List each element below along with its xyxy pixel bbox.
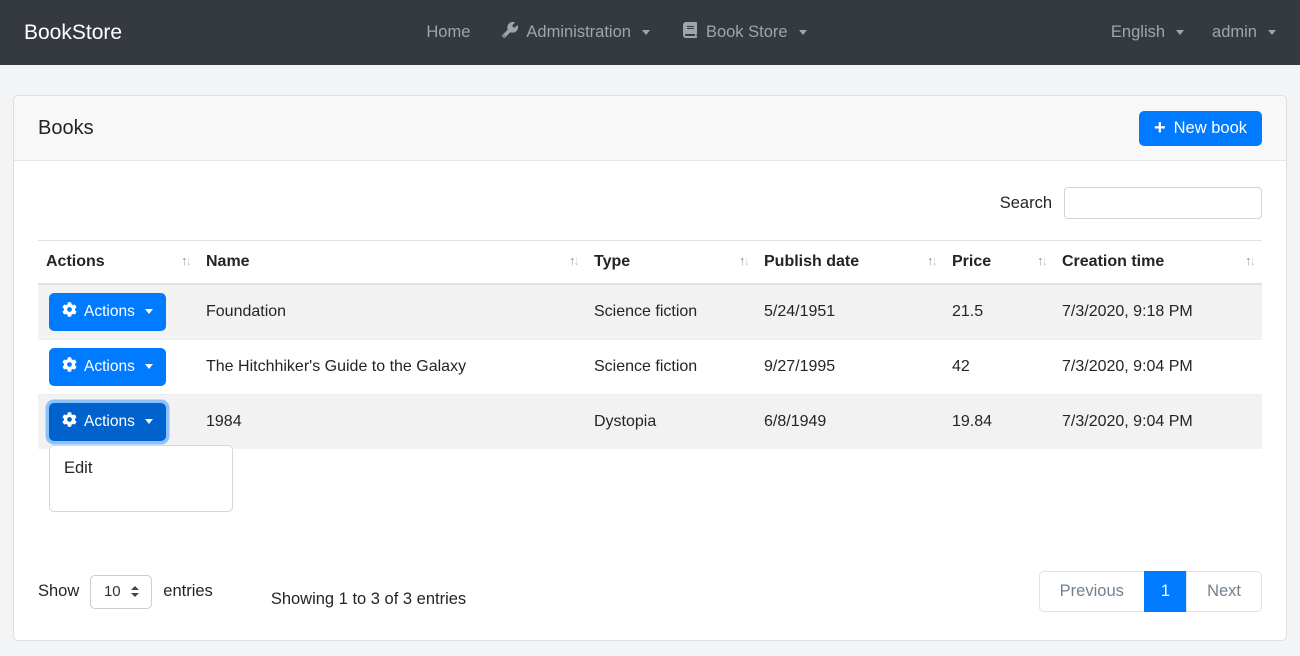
chevron-down-icon	[145, 419, 153, 424]
top-navbar: BookStore Home Administration Book Store…	[0, 0, 1300, 65]
nav-administration-label: Administration	[526, 23, 631, 42]
books-table: Actions ↑↓ Name ↑↓ Type ↑↓ Publish date …	[38, 240, 1262, 449]
page-size-value: 10	[104, 583, 121, 600]
chevron-down-icon	[145, 364, 153, 369]
show-label: Show	[38, 582, 79, 601]
nav-home-label: Home	[426, 23, 470, 42]
chevron-down-icon	[1176, 30, 1184, 35]
card-body: Search Actions ↑↓ Name ↑↓	[14, 161, 1286, 636]
price-cell: 42	[944, 339, 1054, 394]
column-header-price[interactable]: Price ↑↓	[944, 241, 1054, 285]
table-header-row: Actions ↑↓ Name ↑↓ Type ↑↓ Publish date …	[38, 241, 1262, 285]
sort-icon: ↑↓	[1037, 253, 1046, 268]
pagination-page-1-button[interactable]: 1	[1144, 571, 1187, 612]
sort-icon: ↑↓	[927, 253, 936, 268]
creation-time-cell: 7/3/2020, 9:04 PM	[1054, 339, 1262, 394]
publish-date-cell: 6/8/1949	[756, 394, 944, 449]
entries-info: Showing 1 to 3 of 3 entries	[271, 590, 466, 609]
plus-icon: +	[1154, 121, 1166, 135]
row-actions-button-open[interactable]: Actions	[49, 403, 166, 441]
publish-date-cell: 5/24/1951	[756, 284, 944, 339]
actions-cell: Actions	[38, 284, 198, 339]
pagination-next-button[interactable]: Next	[1186, 571, 1262, 612]
chevron-down-icon	[799, 30, 807, 35]
actions-dropdown: Actions Edit	[49, 403, 166, 441]
brand-logo[interactable]: BookStore	[24, 21, 122, 45]
search-input[interactable]	[1064, 187, 1262, 219]
new-book-button[interactable]: + New book	[1139, 111, 1262, 146]
language-menu[interactable]: English	[1111, 23, 1184, 42]
book-icon	[682, 22, 698, 43]
dropdown-menu: Edit	[49, 445, 233, 512]
table-row: Actions The Hitchhiker's Guide to the Ga…	[38, 339, 1262, 394]
column-header-publish-date[interactable]: Publish date ↑↓	[756, 241, 944, 285]
nav-book-store-label: Book Store	[706, 23, 788, 42]
sort-icon: ↑↓	[1245, 253, 1254, 268]
main-nav: Home Administration Book Store	[122, 22, 1111, 43]
row-actions-button[interactable]: Actions	[49, 293, 166, 331]
navbar-right: English admin	[1111, 23, 1276, 42]
pagination-previous-button[interactable]: Previous	[1039, 571, 1145, 612]
column-header-type[interactable]: Type ↑↓	[586, 241, 756, 285]
column-header-actions[interactable]: Actions ↑↓	[38, 241, 198, 285]
column-header-name[interactable]: Name ↑↓	[198, 241, 586, 285]
table-row: Actions Edit 1984 Dystopia 6/8/1949 19.8…	[38, 394, 1262, 449]
nav-item-home[interactable]: Home	[426, 23, 470, 42]
language-label: English	[1111, 23, 1165, 42]
table-footer: Show 10 entries Showing 1 to 3 of 3 entr…	[38, 571, 1262, 612]
page-title: Books	[38, 117, 94, 140]
books-card: Books + New book Search Actions ↑↓	[13, 95, 1287, 641]
publish-date-cell: 9/27/1995	[756, 339, 944, 394]
pagination: Previous 1 Next	[1039, 571, 1262, 612]
chevron-down-icon	[145, 309, 153, 314]
creation-time-cell: 7/3/2020, 9:04 PM	[1054, 394, 1262, 449]
user-menu[interactable]: admin	[1212, 23, 1276, 42]
page-size-select[interactable]: 10	[90, 575, 152, 609]
type-cell: Dystopia	[586, 394, 756, 449]
name-cell: The Hitchhiker's Guide to the Galaxy	[198, 339, 586, 394]
type-cell: Science fiction	[586, 284, 756, 339]
wrench-icon	[502, 22, 518, 43]
actions-cell: Actions	[38, 339, 198, 394]
gear-icon	[62, 412, 77, 432]
actions-cell: Actions Edit	[38, 394, 198, 449]
page-size-group: Show 10 entries	[38, 575, 213, 609]
user-label: admin	[1212, 23, 1257, 42]
type-cell: Science fiction	[586, 339, 756, 394]
chevron-down-icon	[642, 30, 650, 35]
nav-item-book-store[interactable]: Book Store	[682, 22, 807, 43]
sort-icon: ↑↓	[569, 253, 578, 268]
chevron-down-icon	[1268, 30, 1276, 35]
nav-item-administration[interactable]: Administration	[502, 22, 650, 43]
entries-label: entries	[163, 582, 213, 601]
sort-icon: ↑↓	[739, 253, 748, 268]
column-header-creation-time[interactable]: Creation time ↑↓	[1054, 241, 1262, 285]
card-header: Books + New book	[14, 96, 1286, 161]
gear-icon	[62, 302, 77, 322]
creation-time-cell: 7/3/2020, 9:18 PM	[1054, 284, 1262, 339]
row-actions-button[interactable]: Actions	[49, 348, 166, 386]
name-cell: 1984	[198, 394, 586, 449]
table-row: Actions Foundation Science fiction 5/24/…	[38, 284, 1262, 339]
price-cell: 21.5	[944, 284, 1054, 339]
new-book-label: New book	[1174, 119, 1247, 138]
price-cell: 19.84	[944, 394, 1054, 449]
search-row: Search	[38, 187, 1262, 219]
gear-icon	[62, 357, 77, 377]
select-arrows-icon	[131, 586, 139, 597]
sort-icon: ↑↓	[181, 253, 190, 268]
search-label: Search	[1000, 194, 1052, 213]
dropdown-item-edit[interactable]: Edit	[50, 455, 232, 482]
name-cell: Foundation	[198, 284, 586, 339]
